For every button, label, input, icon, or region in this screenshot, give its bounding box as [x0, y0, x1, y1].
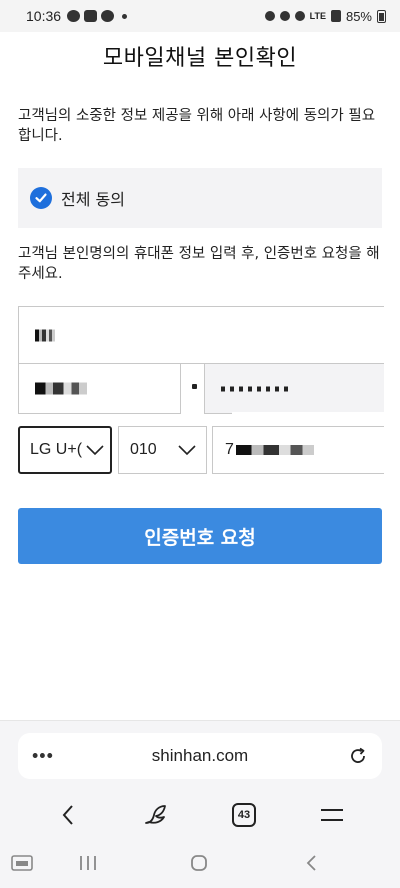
- phone-number-input[interactable]: 7: [212, 426, 384, 474]
- page-title: 모바일채널 본인확인: [102, 46, 298, 71]
- gallery-notification-icon: [84, 10, 98, 22]
- message-notification-icon: [101, 10, 115, 22]
- recent-apps-button[interactable]: [79, 855, 97, 875]
- phone-prefix-value: 010: [130, 441, 157, 458]
- request-verification-code-button[interactable]: 인증번호 요청: [18, 508, 382, 564]
- id-back-digit-input[interactable]: [204, 364, 384, 414]
- phone-number-value: 7: [225, 441, 314, 459]
- clock: 10:36: [26, 8, 62, 24]
- chevron-down-icon: [86, 444, 104, 456]
- keyboard-toggle-icon[interactable]: [11, 855, 33, 875]
- system-navigation-bar: [0, 842, 400, 888]
- agree-all-checkbox[interactable]: [30, 187, 52, 209]
- carrier-select-value: LG U+(: [30, 441, 83, 458]
- signal-icon: [330, 10, 341, 22]
- notification-icons: [67, 10, 128, 22]
- menu-button[interactable]: [312, 795, 352, 835]
- birthdate-input[interactable]: [18, 364, 181, 414]
- battery-icon: [377, 9, 386, 23]
- tabs-button[interactable]: 43: [224, 795, 264, 835]
- system-status: LTE 85%: [264, 8, 386, 24]
- more-notifications-dot-icon: [122, 13, 128, 19]
- chat-notification-icon: [67, 10, 81, 22]
- birthdate-masked-value: [35, 381, 87, 396]
- chevron-down-icon: [178, 445, 196, 456]
- back-button[interactable]: [48, 795, 88, 835]
- url-text: shinhan.com: [151, 746, 249, 765]
- status-bar: 10:36 LTE 85%: [0, 0, 400, 32]
- name-input[interactable]: [18, 306, 384, 364]
- intro-text: 고객님의 소중한 정보 제공을 위해 아래 사항에 동의가 필요합니다.: [18, 108, 376, 144]
- reload-icon[interactable]: [348, 746, 368, 766]
- field-gap: [232, 412, 392, 426]
- home-bookmark-button[interactable]: [136, 795, 176, 835]
- battery-percent: 85%: [345, 8, 372, 24]
- agree-all-row[interactable]: 전체 동의: [18, 168, 382, 228]
- tabs-count: 43: [232, 803, 256, 827]
- more-options-icon[interactable]: •••: [32, 746, 54, 767]
- mute-icon: [294, 11, 305, 21]
- network-type: LTE: [309, 11, 326, 21]
- carrier-select[interactable]: LG U+(: [18, 426, 112, 474]
- phone-prefix-select[interactable]: 010: [118, 426, 207, 474]
- address-bar[interactable]: ••• shinhan.com: [18, 733, 382, 779]
- browser-toolbar: ••• shinhan.com 43: [0, 720, 400, 842]
- browser-nav-row: 43: [0, 793, 400, 837]
- checkmark-icon: [35, 193, 47, 203]
- id-masked-value: [221, 381, 293, 396]
- hamburger-menu-icon: [321, 809, 343, 821]
- bluetooth-icon: [279, 11, 290, 21]
- birthdate-separator: [192, 384, 197, 389]
- instruction-text: 고객님 본인명의의 휴대폰 정보 입력 후, 인증번호 요청을 해주세요.: [18, 246, 380, 282]
- agree-all-label: 전체 동의: [61, 190, 125, 209]
- system-back-button[interactable]: [305, 854, 317, 876]
- chevron-left-icon: [62, 805, 73, 825]
- bird-logo-icon: [145, 805, 166, 824]
- name-masked-value: [35, 328, 55, 343]
- alarm-icon: [264, 11, 275, 21]
- home-button[interactable]: [190, 854, 208, 876]
